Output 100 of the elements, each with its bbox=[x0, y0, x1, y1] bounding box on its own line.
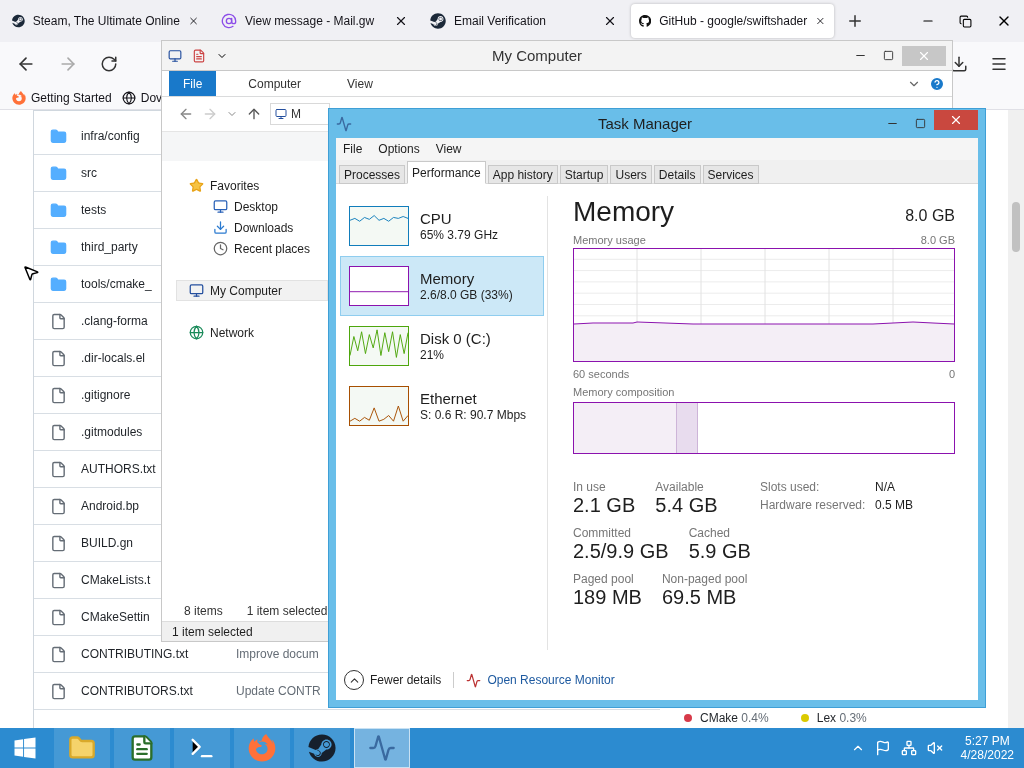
file-icon bbox=[50, 608, 67, 626]
file-name[interactable]: CONTRIBUTORS.txt bbox=[81, 684, 193, 698]
file-icon bbox=[50, 423, 67, 441]
ribbon-tab[interactable]: View bbox=[333, 71, 387, 96]
file-name[interactable]: .dir-locals.el bbox=[81, 351, 146, 365]
resource-detail: 65% 3.79 GHz bbox=[420, 228, 499, 242]
resource-item[interactable]: CPU 65% 3.79 GHz bbox=[340, 196, 544, 256]
scrollbar[interactable] bbox=[1008, 110, 1024, 728]
tab[interactable]: Services bbox=[702, 165, 759, 184]
fewer-details-link[interactable]: Fewer details bbox=[370, 673, 442, 687]
clock-icon bbox=[213, 241, 228, 256]
menu-item[interactable]: View bbox=[435, 142, 462, 156]
folder-icon bbox=[68, 734, 96, 762]
commit-message[interactable]: Update CONTR bbox=[236, 684, 321, 698]
stat-value: 189 MB bbox=[573, 586, 642, 609]
close-icon[interactable] bbox=[394, 14, 408, 28]
status-text: 1 item selected bbox=[246, 604, 328, 618]
tab[interactable]: Performance bbox=[407, 161, 486, 184]
muted-speaker-icon[interactable] bbox=[926, 740, 943, 756]
nav-item[interactable]: Desktop bbox=[176, 196, 328, 217]
file-name[interactable]: .gitmodules bbox=[81, 425, 143, 439]
browser-tab[interactable]: Steam, The Ultimate Online bbox=[4, 4, 207, 38]
folder-icon bbox=[50, 201, 67, 219]
close-icon[interactable] bbox=[603, 14, 617, 28]
nav-item[interactable]: Downloads bbox=[176, 217, 328, 238]
file-icon bbox=[50, 460, 67, 478]
close-button[interactable] bbox=[934, 109, 978, 130]
windows-logo-icon[interactable] bbox=[13, 736, 37, 760]
file-name[interactable]: AUTHORS.txt bbox=[81, 462, 156, 476]
file-name[interactable]: CMakeLists.t bbox=[81, 573, 151, 587]
restore-icon[interactable] bbox=[959, 14, 972, 28]
chart-label: Memory usage bbox=[573, 234, 646, 246]
taskbar-app[interactable] bbox=[114, 728, 170, 768]
resource-item[interactable]: Ethernet S: 0.6 R: 90.7 Mbps bbox=[340, 376, 544, 436]
nav-item[interactable]: Favorites bbox=[176, 175, 328, 196]
properties-icon[interactable] bbox=[192, 48, 206, 63]
tab[interactable]: Details bbox=[653, 165, 701, 184]
total-memory: 8.0 GB bbox=[905, 207, 955, 225]
nav-item[interactable]: My Computer bbox=[176, 280, 328, 301]
bookmark-link[interactable]: Dov bbox=[140, 90, 163, 105]
network-icon[interactable] bbox=[900, 740, 917, 756]
help-icon[interactable] bbox=[929, 75, 945, 92]
maximize-icon[interactable] bbox=[914, 118, 926, 129]
menu-item[interactable]: Options bbox=[378, 142, 420, 156]
resource-name: CPU bbox=[420, 210, 453, 227]
browser-tab[interactable]: Email Verification bbox=[422, 4, 625, 38]
tab[interactable]: Processes bbox=[339, 165, 406, 184]
taskbar-app[interactable] bbox=[354, 728, 410, 768]
maximize-icon[interactable] bbox=[882, 50, 894, 61]
file-name[interactable]: .gitignore bbox=[81, 388, 131, 402]
browser-tab[interactable]: GitHub - google/swiftshader bbox=[631, 4, 834, 38]
computer-icon bbox=[275, 108, 287, 120]
address-field[interactable]: M bbox=[270, 103, 330, 125]
up-icon[interactable] bbox=[246, 106, 262, 122]
clock[interactable]: 5:27 PM 4/28/2022 bbox=[960, 734, 1014, 762]
file-name[interactable]: CMakeSettin bbox=[81, 610, 150, 624]
globe-icon bbox=[121, 90, 136, 105]
resource-item[interactable]: Memory 2.6/8.0 GB (33%) bbox=[340, 256, 544, 316]
file-name[interactable]: .clang-forma bbox=[81, 314, 148, 328]
file-name[interactable]: Android.bp bbox=[81, 499, 140, 513]
download-icon[interactable] bbox=[950, 55, 968, 73]
language-name: Lex 0.3% bbox=[816, 711, 867, 725]
file-icon bbox=[50, 497, 67, 515]
chart-max: 8.0 GB bbox=[920, 234, 955, 246]
tab[interactable]: Startup bbox=[559, 165, 609, 184]
file-name[interactable]: third_party bbox=[81, 240, 138, 254]
file-name[interactable]: tools/cmake_ bbox=[81, 277, 152, 291]
language-name: CMake 0.4% bbox=[700, 711, 769, 725]
axis-label: 0 bbox=[948, 368, 955, 380]
browser-tab[interactable]: View message - Mail.gw bbox=[213, 4, 416, 38]
flag-icon[interactable] bbox=[874, 740, 891, 756]
reload-icon[interactable] bbox=[100, 55, 118, 73]
file-name[interactable]: BUILD.gn bbox=[81, 536, 134, 550]
file-name[interactable]: tests bbox=[81, 203, 107, 217]
file-name[interactable]: infra/config bbox=[81, 129, 140, 143]
ribbon-tab[interactable]: File bbox=[169, 71, 217, 96]
file-name[interactable]: CONTRIBUTING.txt bbox=[81, 647, 189, 661]
cursor-icon bbox=[22, 264, 40, 282]
taskbar-app[interactable] bbox=[294, 728, 350, 768]
nav-item[interactable]: Recent places bbox=[176, 238, 328, 259]
nav-item[interactable]: Network bbox=[176, 322, 328, 343]
stat-label: Hardware reserved: bbox=[760, 498, 867, 512]
new-tab-icon[interactable] bbox=[846, 12, 864, 30]
file-name[interactable]: src bbox=[81, 166, 97, 180]
menu-item[interactable]: File bbox=[343, 142, 363, 156]
taskbar-app[interactable] bbox=[174, 728, 230, 768]
commit-message[interactable]: Improve docum bbox=[236, 647, 319, 661]
tab[interactable]: Users bbox=[610, 165, 652, 184]
stat-value: 2.5/9.9 GB bbox=[573, 540, 669, 563]
tab[interactable]: App history bbox=[487, 165, 558, 184]
folder-icon bbox=[50, 164, 67, 182]
chart-label: Memory composition bbox=[573, 386, 675, 398]
stat-value: 69.5 MB bbox=[661, 586, 738, 609]
resource-name: Memory bbox=[420, 270, 476, 287]
file-icon bbox=[50, 386, 67, 404]
menu-icon[interactable] bbox=[990, 55, 1008, 73]
resource-item[interactable]: Disk 0 (C:) 21% bbox=[340, 316, 544, 376]
resource-monitor-link[interactable]: Open Resource Monitor bbox=[487, 673, 615, 687]
ribbon-tab[interactable]: Computer bbox=[234, 71, 316, 96]
bookmark-link[interactable]: Getting Started bbox=[31, 90, 112, 105]
